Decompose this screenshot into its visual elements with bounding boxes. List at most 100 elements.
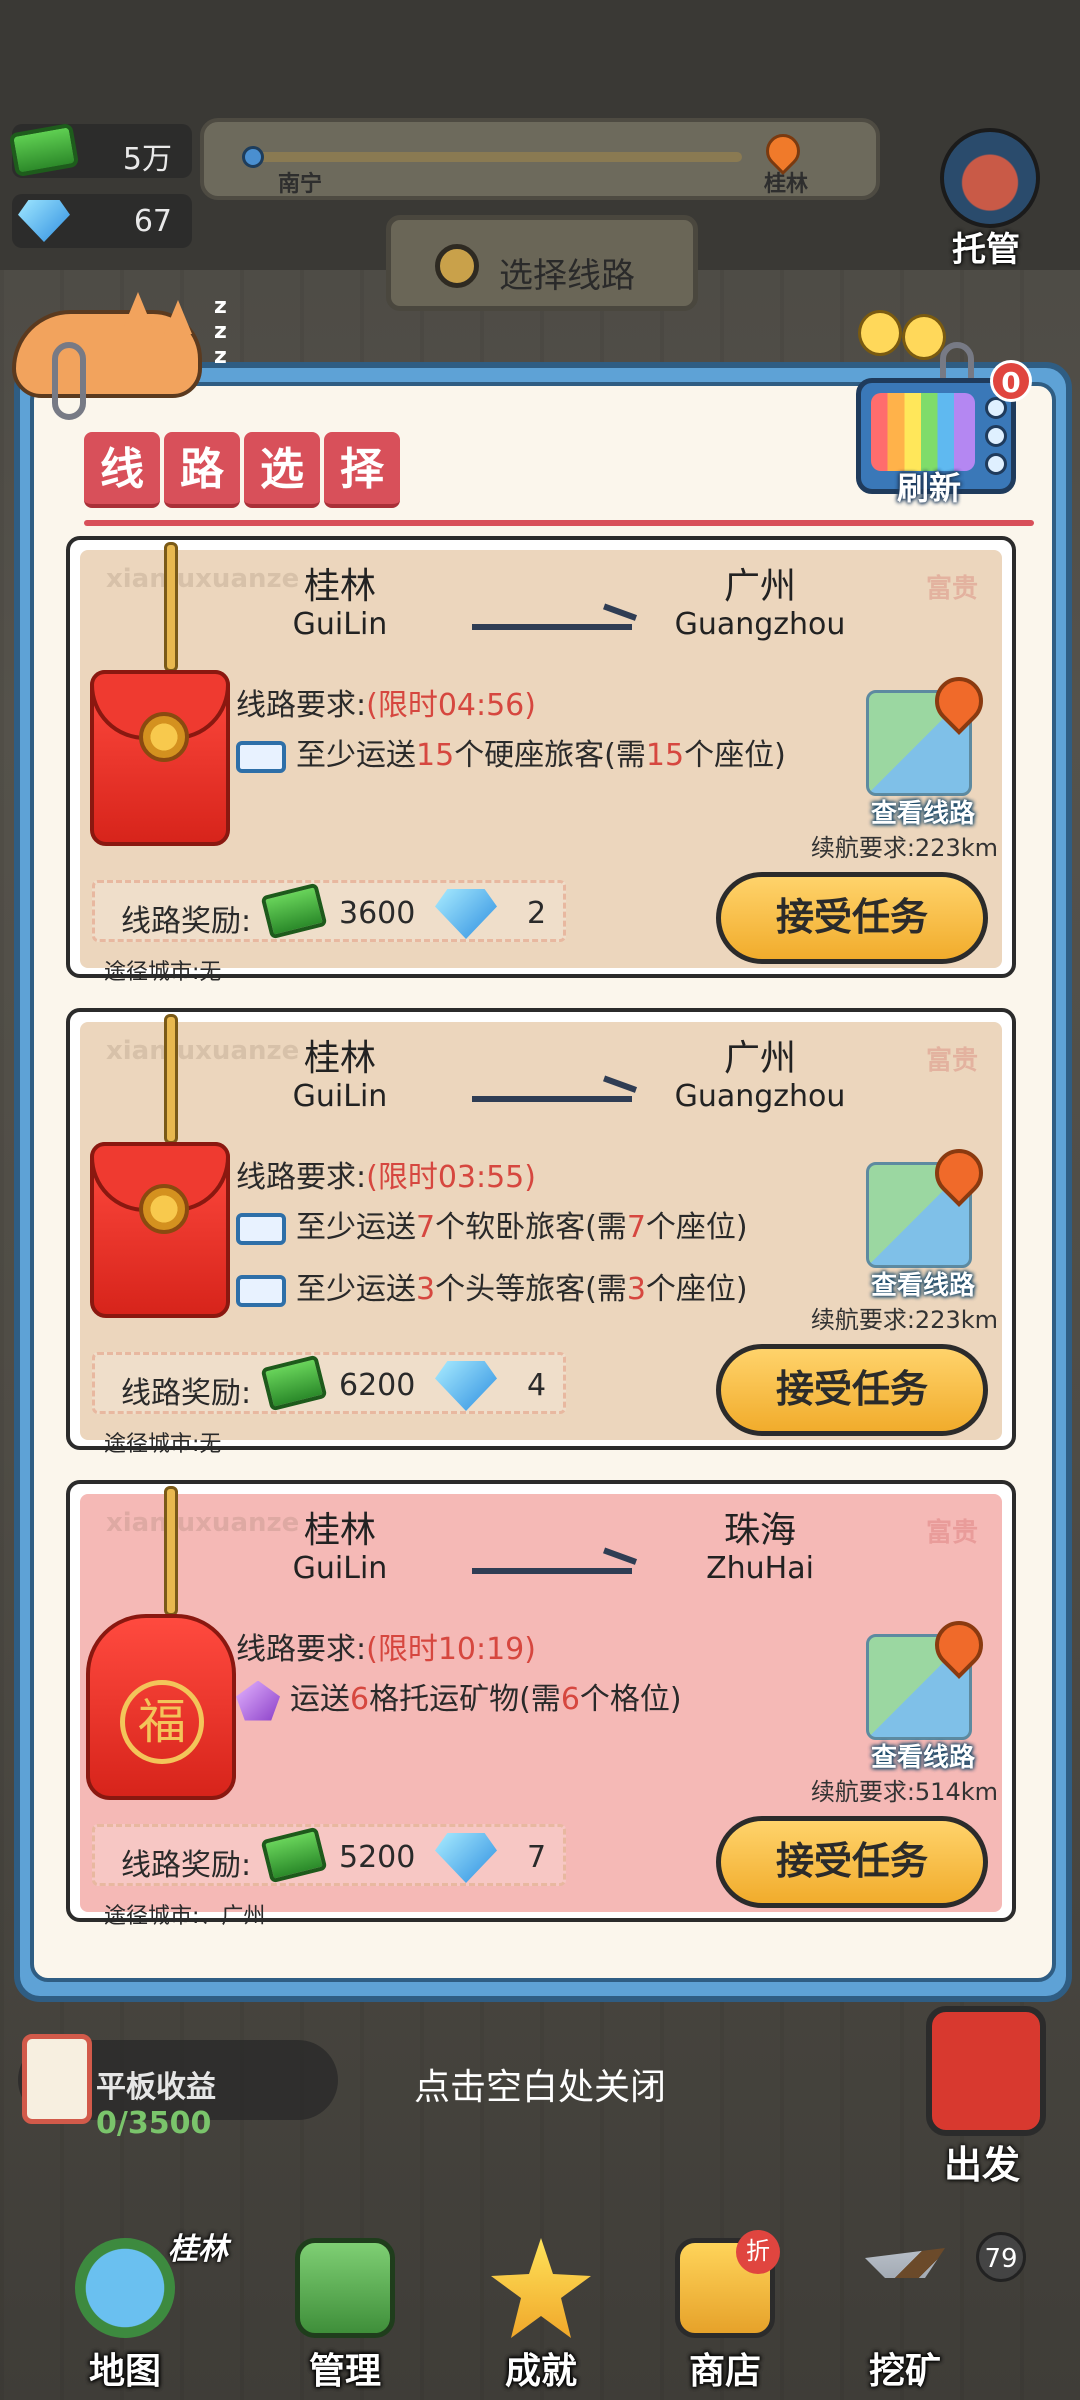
reward-gems: 7 xyxy=(527,1840,547,1875)
view-route-label: 查看线路 xyxy=(870,799,975,829)
requirement-item: 运送6格托运矿物(需6个格位) xyxy=(236,1674,682,1721)
range-requirement: 续航要求:514km xyxy=(810,1778,998,1806)
tv-icon xyxy=(871,393,975,471)
envelope-string xyxy=(164,542,178,672)
via-cities: 途径城市:、广州 xyxy=(104,1904,266,1929)
refresh-count-badge: 0 xyxy=(990,360,1032,402)
range-requirement: 续航要求:223km xyxy=(810,834,998,862)
autopilot-button[interactable]: 托管 xyxy=(930,128,1050,270)
route-requirement-heading: 线路要求:(限时04:56) xyxy=(236,680,536,724)
origin-dot-icon xyxy=(242,146,264,168)
view-route-label: 查看线路 xyxy=(870,1271,975,1301)
depart-label: 出发 xyxy=(944,2143,1021,2187)
ticket-icon xyxy=(236,1274,286,1307)
route-card: xianluxuanze 富贵 桂林 GuiLin 珠海 ZhuHai 福 线路… xyxy=(66,1480,1016,1929)
title-char: 选 xyxy=(244,432,320,508)
map-pin-icon xyxy=(925,667,993,735)
cash-icon xyxy=(260,1354,328,1412)
train-icon xyxy=(295,2238,395,2338)
gem-counter: 67 xyxy=(12,194,192,248)
binder-clip-icon xyxy=(52,342,86,420)
autopilot-label: 托管 xyxy=(952,230,1020,270)
reward-label: 线路奖励: xyxy=(121,904,252,939)
depart-button[interactable]: 出发 xyxy=(916,2006,1056,2187)
nav-label: 挖矿 xyxy=(868,2351,941,2392)
origin-city-en: GuiLin xyxy=(292,607,388,642)
route-requirement-heading: 线路要求:(限时03:55) xyxy=(236,1152,536,1196)
card-stamp: 富贵 xyxy=(925,574,978,604)
route-card-pane: xianluxuanze 富贵 桂林 GuiLin 广州 Guangzhou 线… xyxy=(80,542,1002,985)
nav-label: 成就 xyxy=(504,2351,577,2392)
nav-achievements[interactable]: 成就 xyxy=(456,2230,626,2400)
gem-value: 67 xyxy=(133,204,172,239)
current-route-bar: 南宁 桂林 xyxy=(200,118,880,200)
bag-string xyxy=(164,1486,178,1616)
title-char: 线 xyxy=(84,432,160,508)
star-trophy-icon xyxy=(491,2238,591,2338)
origin-city: 桂林 GuiLin xyxy=(270,1510,410,1586)
route-requirement-heading: 线路要求:(限时10:19) xyxy=(236,1624,536,1668)
red-envelope-icon xyxy=(90,1142,230,1318)
title-char: 择 xyxy=(324,432,400,508)
nav-mining[interactable]: 挖矿 xyxy=(820,2230,990,2400)
title-divider xyxy=(84,520,1034,526)
chicks-decoration xyxy=(852,296,952,366)
cash-icon xyxy=(260,882,328,940)
requirement-label: 线路要求: xyxy=(236,1160,367,1195)
conductor-avatar-icon xyxy=(940,128,1040,228)
origin-city: 桂林 GuiLin xyxy=(270,566,410,642)
destination-city-zh: 广州 xyxy=(723,1038,796,1079)
select-route-button[interactable]: 选择线路 xyxy=(386,215,698,311)
destination-city: 广州 Guangzhou xyxy=(660,566,860,642)
origin-city-zh: 桂林 xyxy=(303,1038,376,1079)
route-arrow-icon xyxy=(472,1096,632,1102)
origin-city-en: GuiLin xyxy=(292,1551,388,1586)
view-route-button[interactable]: 查看线路 xyxy=(866,667,993,829)
time-limit: (限时10:19) xyxy=(366,1632,536,1667)
route-card: xianluxuanze 富贵 桂林 GuiLin 广州 Guangzhou 线… xyxy=(66,536,1016,985)
destination-city-zh: 珠海 xyxy=(723,1510,796,1551)
view-route-button[interactable]: 查看线路 xyxy=(866,1139,993,1301)
route-origin-label: 南宁 xyxy=(278,172,323,197)
destination-city-zh: 广州 xyxy=(723,566,796,607)
money-counter: 5万 xyxy=(8,122,192,178)
card-stamp: 富贵 xyxy=(925,1046,978,1076)
cash-icon xyxy=(260,1826,328,1884)
requirement-label: 线路要求: xyxy=(236,688,367,723)
diamond-icon xyxy=(435,1361,497,1411)
accept-task-button[interactable]: 接受任务 xyxy=(716,1344,988,1436)
map-pin-icon xyxy=(925,1139,993,1207)
requirement-label: 线路要求: xyxy=(236,1632,367,1667)
route-arrow-icon xyxy=(472,1568,632,1574)
accept-task-button[interactable]: 接受任务 xyxy=(716,1816,988,1908)
reward-cash: 3600 xyxy=(339,896,416,931)
sleeping-cat-decoration: z z z xyxy=(4,290,227,420)
view-route-button[interactable]: 查看线路 xyxy=(866,1611,993,1773)
nav-label: 地图 xyxy=(88,2351,161,2392)
nav-label: 管理 xyxy=(308,2351,381,2392)
destination-city: 广州 Guangzhou xyxy=(660,1038,860,1114)
reward-label: 线路奖励: xyxy=(121,1848,252,1883)
select-route-label: 选择线路 xyxy=(499,256,635,296)
destination-city-en: ZhuHai xyxy=(706,1551,814,1586)
red-envelope-icon xyxy=(90,670,230,846)
origin-city: 桂林 GuiLin xyxy=(270,1038,410,1114)
origin-city-zh: 桂林 xyxy=(303,1510,376,1551)
map-pin-icon xyxy=(925,1611,993,1679)
via-cities: 途径城市:无 xyxy=(104,1432,222,1457)
refresh-label: 刷新 xyxy=(897,469,962,507)
nav-shop[interactable]: 折 商店 xyxy=(640,2230,810,2400)
fu-character: 福 xyxy=(120,1680,204,1764)
ticket-icon xyxy=(236,1212,286,1245)
nav-label: 商店 xyxy=(688,2351,761,2392)
time-limit: (限时03:55) xyxy=(366,1160,536,1195)
tablet-earnings-value: 0/3500 xyxy=(96,2106,212,2141)
nav-manage[interactable]: 管理 xyxy=(260,2230,430,2400)
range-requirement: 续航要求:223km xyxy=(810,1306,998,1334)
refresh-button[interactable]: 刷新 xyxy=(856,378,1016,507)
route-card-pane: xianluxuanze 富贵 桂林 GuiLin 广州 Guangzhou 线… xyxy=(80,1014,1002,1457)
top-hud: 5万 67 南宁 桂林 选择线路 托管 xyxy=(0,0,1080,311)
origin-city-zh: 桂林 xyxy=(303,566,376,607)
ticket-icon xyxy=(236,740,286,773)
accept-task-button[interactable]: 接受任务 xyxy=(716,872,988,964)
